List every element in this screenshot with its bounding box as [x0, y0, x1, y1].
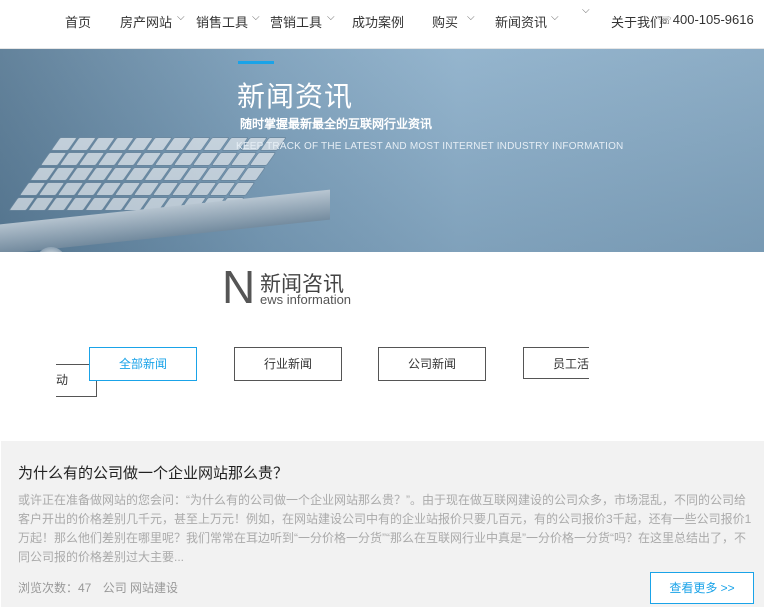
nav-about[interactable]: 关于我们	[611, 12, 663, 31]
banner-accent-line	[238, 61, 274, 64]
section-initial: N	[222, 261, 256, 313]
chevron-down-icon[interactable]: ⌵	[252, 12, 260, 23]
banner-subtitle: 随时掌握最新最全的互联网行业资讯	[240, 117, 433, 131]
view-more-button[interactable]: 查看更多 >>	[650, 572, 754, 604]
article-excerpt: 或许正在准备做网站的您会问：“为什么有的公司做一个企业网站那么贵？”。由于现在做…	[18, 493, 752, 564]
nav-home[interactable]: 首页	[65, 12, 91, 31]
nav-buy[interactable]: 购买	[432, 12, 458, 31]
phone-icon: ☏	[658, 15, 672, 27]
chevron-down-icon[interactable]: ⌵	[582, 5, 590, 16]
article-title[interactable]: 为什么有的公司做一个企业网站那么贵？	[18, 462, 288, 483]
section-english: ews information	[260, 292, 352, 307]
article-tags: 公司 网站建设	[102, 581, 179, 595]
phone-text: 400-105-9616	[672, 12, 754, 27]
banner-title: 新闻资讯	[237, 81, 354, 112]
top-nav: 首页 房产网站 ⌵ 销售工具 ⌵ 营销工具 ⌵ 成功案例 购买 ⌵ 新闻资讯 ⌵…	[0, 0, 764, 49]
tab-staff-activities[interactable]: 员工活	[523, 347, 589, 379]
tab-industry-news[interactable]: 行业新闻	[234, 347, 342, 381]
phone-number: ☏400-105-9616	[658, 12, 754, 27]
article-view-count: 浏览次数：47	[18, 581, 92, 595]
nav-cases[interactable]: 成功案例	[352, 12, 404, 31]
nav-real-estate-sites[interactable]: 房产网站	[120, 12, 172, 31]
nav-sales-tools[interactable]: 销售工具	[196, 12, 248, 31]
nav-news[interactable]: 新闻资讯	[495, 12, 547, 31]
chevron-down-icon[interactable]: ⌵	[467, 12, 475, 23]
banner-english-tagline: KEEP TRACK OF THE LATEST AND MOST INTERN…	[236, 141, 624, 152]
chevron-down-icon[interactable]: ⌵	[327, 12, 335, 23]
article-meta: 浏览次数：47 公司 网站建设	[18, 579, 186, 596]
tab-all-news[interactable]: 全部新闻	[89, 347, 197, 381]
nav-marketing-tools[interactable]: 营销工具	[270, 12, 322, 31]
chevron-down-icon[interactable]: ⌵	[177, 12, 185, 23]
chevron-down-icon[interactable]: ⌵	[551, 12, 559, 23]
tab-company-news[interactable]: 公司新闻	[378, 347, 486, 381]
